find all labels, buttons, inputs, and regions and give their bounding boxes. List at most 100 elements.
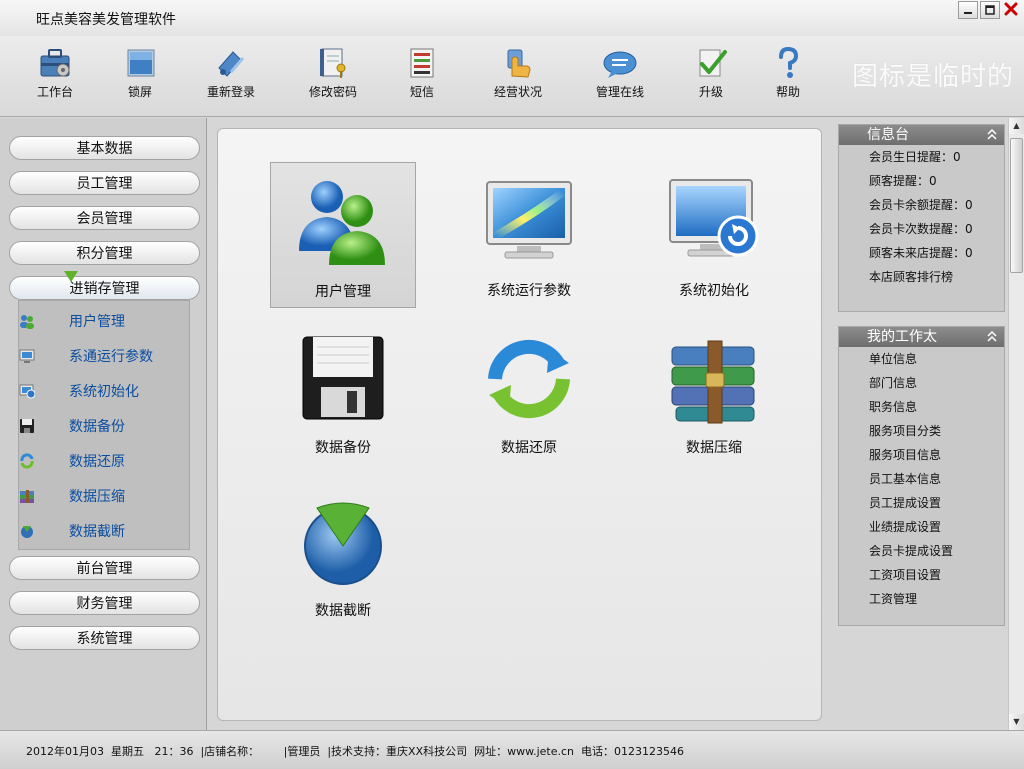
floppy-disk-icon — [302, 336, 384, 420]
main-toolbar: 工作台 锁屏 重新登录 修改密码 短信 经营状况 管理在线 升级 帮助 图标是临… — [0, 36, 1024, 117]
info-panel-header[interactable]: 信息台 — [839, 125, 1004, 145]
nav-button-label: 进销存管理 — [69, 281, 140, 297]
info-customer-absent[interactable]: 顾客未来店提醒：0 — [839, 241, 1004, 265]
toolbox-icon — [40, 49, 70, 77]
submenu-label: 数据截断 — [69, 524, 125, 540]
toolbar-lock-screen-button[interactable]: 锁屏 — [100, 46, 180, 100]
pie-truncate-icon — [304, 502, 382, 585]
workbench-position-info[interactable]: 职务信息 — [839, 395, 1004, 419]
workbench-staff-commission[interactable]: 员工提成设置 — [839, 491, 1004, 515]
toolbar-relogin-button[interactable]: 重新登录 — [191, 46, 271, 100]
maximize-icon[interactable] — [980, 1, 1000, 19]
info-panel: 信息台 会员生日提醒：0 顾客提醒：0 会员卡余额提醒：0 会员卡次数提醒：0 … — [838, 124, 1005, 312]
toolbar-business-status-button[interactable]: 经营状况 — [478, 46, 558, 100]
toolbar-label: 修改密码 — [308, 85, 357, 99]
workbench-performance-commission[interactable]: 业绩提成设置 — [839, 515, 1004, 539]
vertical-scrollbar[interactable]: ▲ ▼ — [1008, 118, 1024, 730]
inventory-submenu: 用户管理 系通运行参数 系统初始化 数据备份 数据还原 数据压缩 数据截断 — [18, 300, 190, 550]
monitor-refresh-icon — [19, 384, 35, 399]
nav-staff-management-button[interactable]: 员工管理 — [9, 171, 200, 195]
nav-member-management-button[interactable]: 会员管理 — [9, 206, 200, 230]
nav-inventory-management-button[interactable]: 进销存管理 — [9, 271, 200, 300]
tile-data-truncate[interactable]: 数据截断 — [270, 482, 416, 628]
workbench-unit-info[interactable]: 单位信息 — [839, 347, 1004, 371]
toolbar-label: 短信 — [409, 85, 434, 99]
toolbar-sms-button[interactable]: 短信 — [382, 46, 462, 100]
nav-finance-management-button[interactable]: 财务管理 — [9, 591, 200, 615]
workbench-card-commission[interactable]: 会员卡提成设置 — [839, 539, 1004, 563]
nav-front-desk-button[interactable]: 前台管理 — [9, 556, 200, 580]
tile-data-backup[interactable]: 数据备份 — [270, 319, 416, 465]
nav-system-management-button[interactable]: 系统管理 — [9, 626, 200, 650]
toolbar-label: 经营状况 — [493, 85, 542, 99]
chat-bubble-icon — [603, 51, 637, 78]
tile-label: 用户管理 — [315, 284, 371, 300]
monitor-refresh-icon — [669, 179, 759, 257]
close-icon[interactable] — [1002, 1, 1020, 17]
pie-truncate-icon — [21, 526, 33, 538]
workbench-panel: 我的工作太 单位信息 部门信息 职务信息 服务项目分类 服务项目信息 员工基本信… — [838, 326, 1005, 626]
monitor-icon — [19, 349, 35, 363]
toolbar-label: 工作台 — [36, 85, 73, 99]
toolbar-label: 升级 — [698, 85, 723, 99]
scroll-down-arrow-icon[interactable]: ▼ — [1009, 714, 1024, 730]
submenu-label: 系统初始化 — [69, 384, 139, 400]
workbench-list: 单位信息 部门信息 职务信息 服务项目分类 服务项目信息 员工基本信息 员工提成… — [839, 347, 1004, 611]
scroll-up-arrow-icon[interactable]: ▲ — [1009, 118, 1024, 134]
workbench-service-info[interactable]: 服务项目信息 — [839, 443, 1004, 467]
floppy-disk-icon — [20, 419, 34, 433]
toolbar-upgrade-button[interactable]: 升级 — [671, 46, 751, 100]
lock-screen-icon — [127, 49, 155, 77]
collapse-icon[interactable] — [986, 127, 998, 146]
hand-pointer-icon — [507, 49, 531, 78]
info-card-times[interactable]: 会员卡次数提醒：0 — [839, 217, 1004, 241]
toolbar-workbench-button[interactable]: 工作台 — [15, 46, 95, 100]
collapse-icon[interactable] — [986, 329, 998, 348]
workbench-salary-management[interactable]: 工资管理 — [839, 587, 1004, 611]
scrollbar-thumb[interactable] — [1010, 138, 1023, 273]
nav-basic-data-button[interactable]: 基本数据 — [9, 136, 200, 160]
toolbar-label: 帮助 — [775, 85, 800, 99]
panel-title: 我的工作太 — [867, 329, 937, 345]
toolbar-label: 重新登录 — [206, 85, 255, 99]
left-navigation: 基本数据 员工管理 会员管理 积分管理 进销存管理 用户管理 系通运行参数 系统… — [0, 118, 207, 730]
watermark-text: 图标是临时的 — [851, 62, 1014, 92]
toolbar-label: 管理在线 — [595, 85, 644, 99]
submenu-label: 数据备份 — [69, 419, 125, 435]
workbench-staff-info[interactable]: 员工基本信息 — [839, 467, 1004, 491]
tile-label: 数据备份 — [315, 440, 371, 456]
upgrade-check-icon — [699, 49, 727, 77]
status-text: 2012年01月03 星期五 21：36 |店铺名称： |管理员 |技术支持：重… — [26, 745, 684, 758]
tile-label: 系统运行参数 — [487, 283, 571, 299]
tile-data-compress[interactable]: 数据压缩 — [641, 319, 787, 465]
restore-cycle-icon — [20, 453, 34, 469]
window-controls — [958, 1, 1020, 19]
info-customer-ranking[interactable]: 本店顾客排行榜 — [839, 265, 1004, 289]
toolbar-change-password-button[interactable]: 修改密码 — [293, 46, 373, 100]
toolbar-online-management-button[interactable]: 管理在线 — [580, 46, 660, 100]
nav-points-management-button[interactable]: 积分管理 — [9, 241, 200, 265]
tile-system-params[interactable]: 系统运行参数 — [456, 162, 602, 308]
workbench-department-info[interactable]: 部门信息 — [839, 371, 1004, 395]
restore-cycle-icon — [488, 339, 570, 419]
minimize-icon[interactable] — [958, 1, 978, 19]
info-member-birthday[interactable]: 会员生日提醒：0 — [839, 145, 1004, 169]
app-title: 旺点美容美发管理软件 — [36, 12, 176, 28]
tile-system-init[interactable]: 系统初始化 — [641, 162, 787, 308]
title-bar: 旺点美容美发管理软件 — [0, 0, 1024, 36]
workbench-service-category[interactable]: 服务项目分类 — [839, 419, 1004, 443]
info-customer-reminder[interactable]: 顾客提醒：0 — [839, 169, 1004, 193]
function-panel: 用户管理 系统运行参数 系统初始化 数据备份 数据还原 数据压缩 数据截断 — [217, 128, 822, 721]
main-content: 用户管理 系统运行参数 系统初始化 数据备份 数据还原 数据压缩 数据截断 — [207, 118, 831, 730]
tile-data-restore[interactable]: 数据还原 — [456, 319, 602, 465]
tile-user-management[interactable]: 用户管理 — [270, 162, 416, 308]
toolbar-help-button[interactable]: 帮助 — [748, 46, 828, 100]
right-sidebar: 信息台 会员生日提醒：0 顾客提醒：0 会员卡余额提醒：0 会员卡次数提醒：0 … — [832, 118, 1008, 730]
workbench-salary-items[interactable]: 工资项目设置 — [839, 563, 1004, 587]
panel-title: 信息台 — [867, 127, 909, 143]
workbench-panel-header[interactable]: 我的工作太 — [839, 327, 1004, 347]
compress-books-icon — [671, 340, 755, 424]
compress-books-icon — [20, 490, 34, 503]
info-card-balance[interactable]: 会员卡余额提醒：0 — [839, 193, 1004, 217]
monitor-icon — [486, 181, 572, 259]
